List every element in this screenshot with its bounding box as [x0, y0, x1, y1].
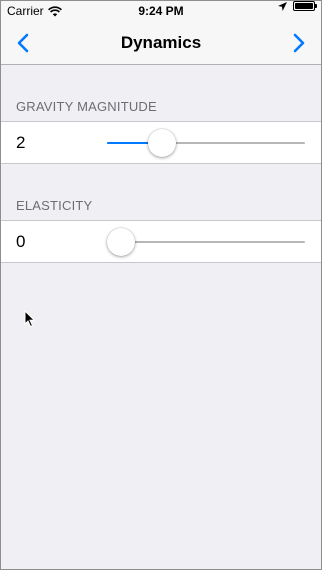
gravity-cell: 2	[1, 121, 321, 164]
battery-icon	[293, 1, 317, 11]
page-title: Dynamics	[120, 33, 202, 52]
section-header-gravity: GRAVITY MAGNITUDE	[16, 99, 157, 114]
forward-button[interactable]	[277, 21, 321, 65]
status-right	[278, 1, 317, 11]
slider-thumb[interactable]	[147, 129, 176, 157]
mouse-pointer-icon	[24, 310, 36, 328]
status-bar: Carrier 9:24 PM	[1, 1, 321, 21]
gravity-slider[interactable]	[107, 122, 305, 163]
elasticity-value: 0	[16, 232, 26, 251]
gravity-value: 2	[16, 133, 26, 152]
slider-track	[107, 241, 305, 243]
chevron-right-icon	[293, 33, 305, 53]
section-header-elasticity: ELASTICITY	[16, 198, 93, 213]
app-screen: Carrier 9:24 PM Dynamics GRAVITY MAGNITU…	[0, 0, 322, 570]
status-time: 9:24 PM	[138, 4, 184, 18]
navigation-bar: Dynamics	[1, 21, 321, 65]
elasticity-cell: 0	[1, 220, 321, 263]
slider-thumb[interactable]	[107, 228, 135, 256]
elasticity-slider[interactable]	[107, 221, 305, 262]
location-icon	[278, 1, 287, 11]
